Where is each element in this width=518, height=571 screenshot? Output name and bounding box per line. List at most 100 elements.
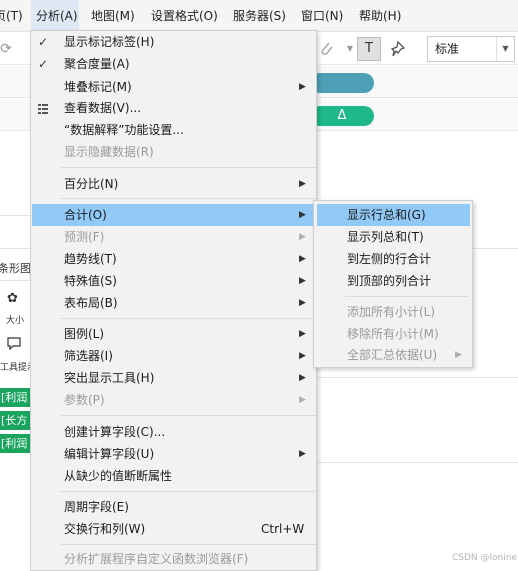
submenu-item-column-totals-top[interactable]: 到顶部的列合计	[317, 270, 470, 292]
menu-bar: 页(T) 分析(A) 地图(M) 设置格式(O) 服务器(S) 窗口(N) 帮助…	[0, 0, 518, 32]
chevron-down-icon: ▼	[496, 37, 514, 61]
marks-pill[interactable]: [利润	[0, 388, 30, 407]
menu-item-label: 参数(P)	[64, 393, 105, 407]
menu-item-filters[interactable]: 筛选器(I) ▶	[32, 345, 316, 367]
menu-separator	[60, 491, 316, 492]
chevron-right-icon: ▶	[299, 298, 306, 308]
menu-item-label: 突出显示工具(H)	[64, 371, 155, 385]
menu-item-label: 聚合度量(A)	[64, 57, 130, 71]
submenu-item-total-all-using[interactable]: 全部汇总依据(U) ▶	[317, 344, 470, 366]
font-size-value: 标准	[435, 42, 460, 56]
submenu-item-label: 到顶部的列合计	[347, 274, 432, 288]
menu-item-create-calculated-field[interactable]: 创建计算字段(C)...	[32, 421, 316, 443]
menu-item-infer-properties[interactable]: 从缺少的值断断属性	[32, 465, 316, 487]
paperclip-icon[interactable]	[317, 39, 337, 59]
menu-item-highlighters[interactable]: 突出显示工具(H) ▶	[32, 367, 316, 389]
menu-item-view-data[interactable]: 查看数据(V)...	[32, 97, 316, 119]
menu-separator	[60, 415, 316, 416]
menu-separator	[60, 198, 316, 199]
menu-item-stack-marks[interactable]: 堆叠标记(M) ▶	[32, 76, 316, 98]
menu-item-label: 显示隐藏数据(R)	[64, 145, 154, 159]
grid-icon	[38, 103, 48, 114]
menu-item-cycle-fields[interactable]: 周期字段(E)	[32, 496, 316, 518]
menu-item-label: 周期字段(E)	[64, 500, 129, 514]
menu-analysis[interactable]: 分析(A)	[31, 0, 79, 32]
check-icon: ✓	[38, 35, 49, 49]
blue-field-pill[interactable]	[310, 73, 374, 93]
menu-item-label: 预测(F)	[64, 230, 105, 244]
menu-map[interactable]: 地图(M)	[91, 0, 135, 32]
menu-item-explain-data-settings[interactable]: “数据解释”功能设置...	[32, 119, 316, 141]
submenu-item-remove-all-subtotals[interactable]: 移除所有小计(M)	[317, 323, 470, 345]
menu-help[interactable]: 帮助(H)	[359, 0, 401, 32]
divider	[317, 377, 518, 378]
size-label: 大小	[6, 316, 25, 326]
menu-item-parameters[interactable]: 参数(P) ▶	[32, 389, 316, 411]
chevron-right-icon: ▶	[299, 373, 306, 383]
size-icon[interactable]: ✿	[7, 291, 18, 306]
divider	[0, 248, 30, 249]
marks-pill[interactable]: [长方	[0, 411, 30, 430]
marks-type-label[interactable]: 条形图	[0, 260, 31, 276]
menu-item-label: 从缺少的值断断属性	[64, 469, 173, 483]
divider	[0, 215, 30, 216]
chevron-right-icon: ▶	[455, 350, 462, 360]
menu-item-label: 分析扩展程序自定义函数浏览器(F)	[64, 552, 249, 566]
shortcut-label: Ctrl+W	[261, 522, 305, 536]
menu-item-legends[interactable]: 图例(L) ▶	[32, 323, 316, 345]
chevron-right-icon: ▶	[299, 210, 306, 220]
divider	[317, 462, 518, 463]
menu-item-label: 交换行和列(W)	[64, 522, 146, 536]
submenu-item-show-row-grand-totals[interactable]: 显示行总和(G)	[317, 204, 470, 226]
menu-item-special-values[interactable]: 特殊值(S) ▶	[32, 270, 316, 292]
submenu-item-label: 到左侧的行合计	[347, 252, 432, 266]
menu-item-label: 表布局(B)	[64, 296, 118, 310]
submenu-item-add-all-subtotals[interactable]: 添加所有小计(L)	[317, 301, 470, 323]
menu-format[interactable]: 设置格式(O)	[151, 0, 218, 32]
check-icon: ✓	[38, 57, 49, 71]
marks-pill[interactable]: [利润	[0, 434, 30, 453]
submenu-item-label: 全部汇总依据(U)	[347, 348, 438, 362]
menu-item-aggregate-measures[interactable]: ✓ 聚合度量(A)	[32, 53, 316, 75]
submenu-item-label: 添加所有小计(L)	[347, 305, 436, 319]
watermark: CSDN @lonine	[452, 553, 517, 563]
menu-item-table-layout[interactable]: 表布局(B) ▶	[32, 292, 316, 314]
menu-item-show-mark-labels[interactable]: ✓ 显示标记标签(H)	[32, 31, 316, 53]
redo-icon[interactable]: ⟳	[0, 39, 16, 59]
menu-item-totals[interactable]: 合计(O) ▶	[32, 204, 316, 226]
menu-server[interactable]: 服务器(S)	[233, 0, 286, 32]
chevron-right-icon: ▶	[299, 82, 306, 92]
menu-item-edit-calculated-field[interactable]: 编辑计算字段(U) ▶	[32, 443, 316, 465]
submenu-item-show-column-grand-totals[interactable]: 显示列总和(T)	[317, 226, 470, 248]
menu-page[interactable]: 页(T)	[0, 0, 23, 32]
menu-item-label: 筛选器(I)	[64, 349, 113, 363]
menu-item-label: 查看数据(V)...	[64, 101, 142, 115]
menu-item-percentage[interactable]: 百分比(N) ▶	[32, 173, 316, 195]
menu-window[interactable]: 窗口(N)	[301, 0, 343, 32]
pin-icon[interactable]	[390, 39, 410, 59]
tooltip-icon[interactable]	[7, 337, 21, 354]
font-size-select[interactable]: 标准 ▼	[427, 36, 515, 62]
text-toggle-button[interactable]: T	[357, 37, 381, 61]
submenu-item-row-totals-left[interactable]: 到左侧的行合计	[317, 248, 470, 270]
submenu-item-label: 移除所有小计(M)	[347, 327, 439, 341]
menu-separator	[60, 544, 316, 545]
analysis-menu: ✓ 显示标记标签(H) ✓ 聚合度量(A) 堆叠标记(M) ▶ 查看数据(V).…	[30, 30, 317, 571]
green-field-pill[interactable]: Δ	[310, 106, 374, 126]
menu-item-show-hidden-data[interactable]: 显示隐藏数据(R)	[32, 141, 316, 163]
chevron-right-icon: ▶	[299, 179, 306, 189]
chevron-right-icon: ▶	[299, 395, 306, 405]
chevron-right-icon: ▶	[299, 329, 306, 339]
menu-item-label: 堆叠标记(M)	[64, 80, 132, 94]
submenu-item-label: 显示行总和(G)	[347, 208, 426, 222]
menu-separator	[345, 296, 469, 297]
chevron-right-icon: ▶	[299, 276, 306, 286]
menu-item-swap-rows-columns[interactable]: 交换行和列(W) Ctrl+W	[32, 518, 316, 540]
totals-submenu: 显示行总和(G) 显示列总和(T) 到左侧的行合计 到顶部的列合计 添加所有小计…	[313, 200, 473, 368]
menu-item-extension-function-browser[interactable]: 分析扩展程序自定义函数浏览器(F)	[32, 548, 316, 570]
menu-item-trend-lines[interactable]: 趋势线(T) ▶	[32, 248, 316, 270]
divider	[0, 280, 30, 281]
menu-separator	[60, 318, 316, 319]
menu-item-forecast[interactable]: 预测(F) ▶	[32, 226, 316, 248]
menu-item-label: 趋势线(T)	[64, 252, 117, 266]
